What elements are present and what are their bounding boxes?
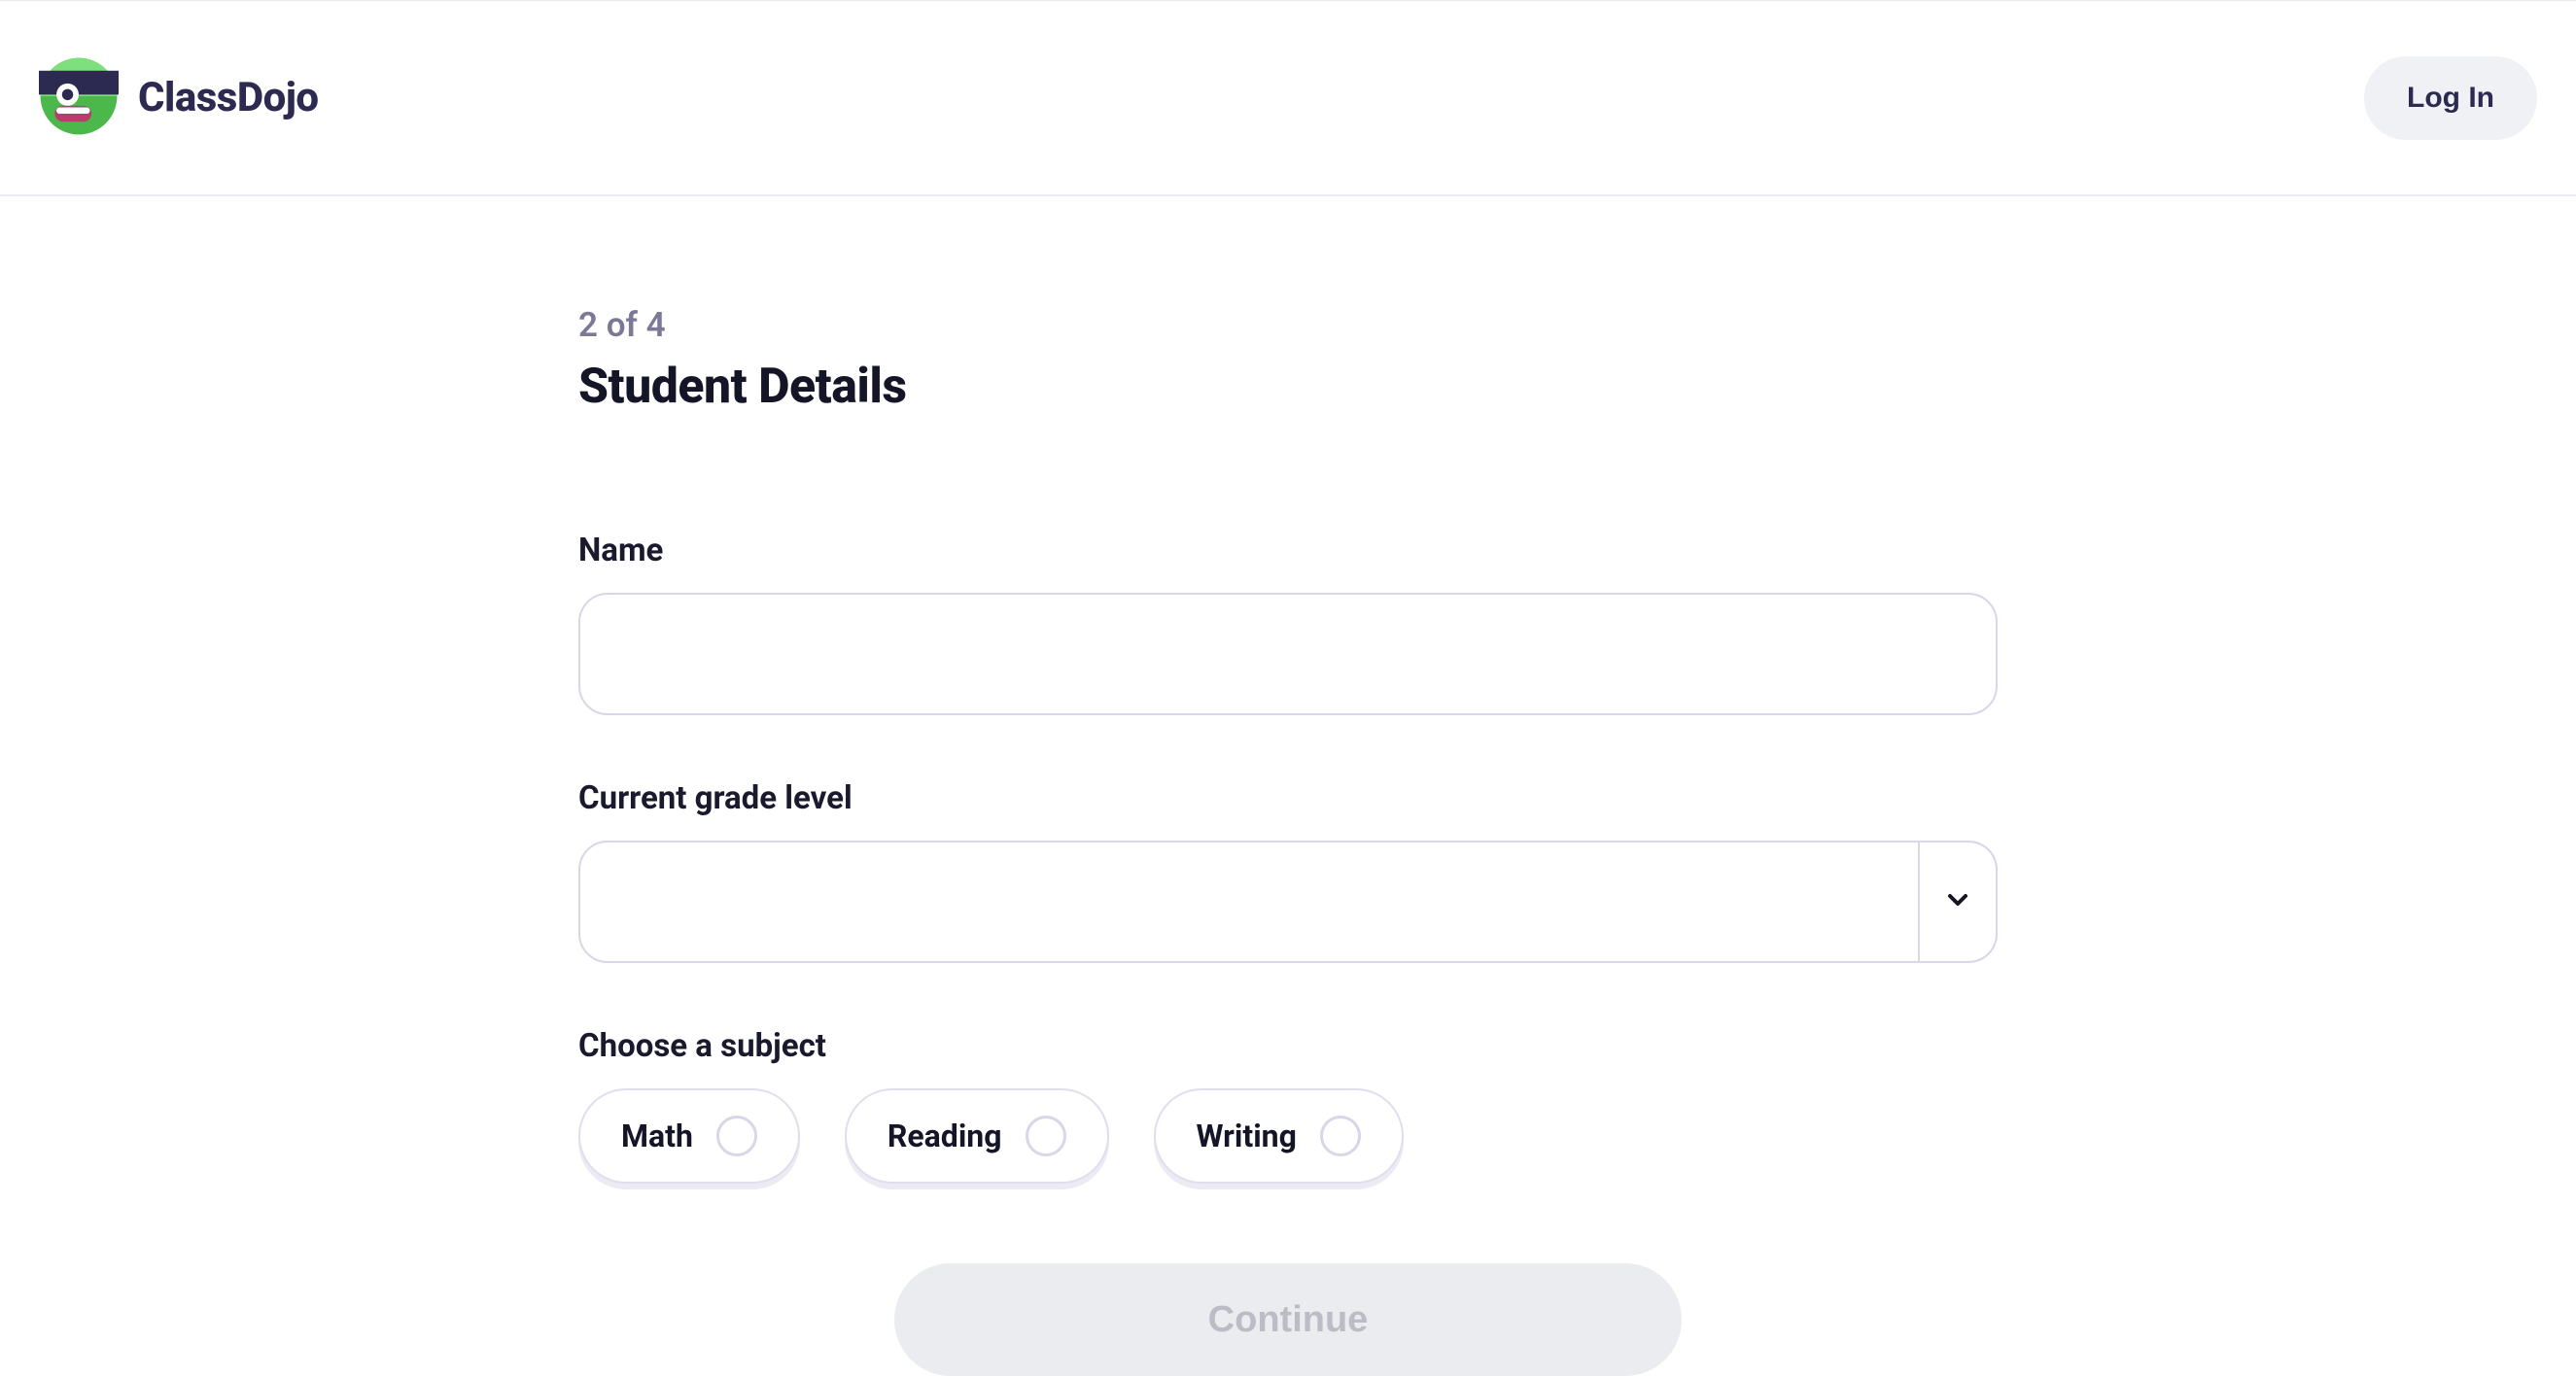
subject-label: Choose a subject (578, 1027, 1998, 1065)
login-button[interactable]: Log In (2364, 56, 2537, 140)
grade-label: Current grade level (578, 779, 1998, 817)
subject-option-math[interactable]: Math (578, 1088, 800, 1184)
radio-icon (716, 1116, 757, 1156)
form-group-name: Name (578, 532, 1998, 715)
grade-select-value (580, 843, 1918, 961)
step-indicator: 2 of 4 (578, 305, 1998, 345)
chevron-down-icon (1942, 884, 1973, 919)
name-input[interactable] (578, 593, 1998, 715)
form-group-subject: Choose a subject Math Reading Writing (578, 1027, 1998, 1184)
subject-option-writing[interactable]: Writing (1154, 1088, 1404, 1184)
form-group-grade: Current grade level (578, 779, 1998, 963)
radio-icon (1320, 1116, 1361, 1156)
top-bar: ClassDojo Log In (0, 0, 2576, 196)
brand-logo-link[interactable]: ClassDojo (39, 56, 319, 140)
continue-button[interactable]: Continue (894, 1263, 1682, 1376)
name-label: Name (578, 532, 1998, 569)
page-title: Student Details (578, 359, 1998, 415)
subject-option-label: Reading (888, 1118, 1002, 1154)
grade-select[interactable] (578, 841, 1998, 963)
subject-options-row: Math Reading Writing (578, 1088, 1998, 1184)
brand-logo-icon (39, 56, 119, 140)
subject-option-reading[interactable]: Reading (845, 1088, 1109, 1184)
subject-option-label: Math (621, 1118, 693, 1154)
subject-option-label: Writing (1197, 1118, 1297, 1154)
grade-select-arrow (1918, 843, 1996, 961)
continue-wrap: Continue (578, 1263, 1998, 1376)
radio-icon (1026, 1116, 1066, 1156)
main-content: 2 of 4 Student Details Name Current grad… (578, 196, 1998, 1376)
brand-name: ClassDojo (138, 74, 319, 121)
